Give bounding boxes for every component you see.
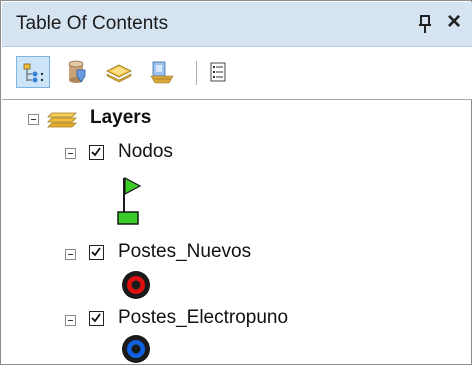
- postes-electropuno-collapse-toggle[interactable]: [65, 315, 76, 326]
- layer-name-postes-nuevos[interactable]: Postes_Nuevos: [118, 241, 251, 263]
- layer-tree: Layers Nodos Postes_Nuevos Postes_Electr…: [2, 100, 472, 365]
- layers-root-label[interactable]: Layers: [90, 107, 151, 129]
- panel-title-bar[interactable]: Table Of Contents ×: [2, 2, 472, 47]
- list-by-visibility-button[interactable]: [102, 56, 136, 88]
- layer-name-nodos[interactable]: Nodos: [118, 141, 173, 163]
- red-circle-icon[interactable]: [119, 268, 153, 307]
- postes-nuevos-collapse-toggle[interactable]: [65, 249, 76, 260]
- nodos-visibility-checkbox[interactable]: [89, 145, 104, 160]
- layers-collapse-toggle[interactable]: [28, 114, 39, 125]
- nodos-collapse-toggle[interactable]: [65, 148, 76, 159]
- postes-nuevos-visibility-checkbox[interactable]: [89, 245, 104, 260]
- blue-circle-icon[interactable]: [119, 332, 153, 371]
- pin-icon[interactable]: [416, 14, 434, 34]
- green-flag-icon[interactable]: [114, 174, 148, 231]
- toc-toolbar: [2, 47, 472, 100]
- toolbar-separator: [196, 61, 197, 85]
- options-button[interactable]: [202, 56, 236, 88]
- postes-electropuno-visibility-checkbox[interactable]: [89, 311, 104, 326]
- table-of-contents-panel: Table Of Contents × Layers Nodos Postes_…: [0, 0, 472, 365]
- list-by-selection-button[interactable]: [145, 56, 179, 88]
- panel-title: Table Of Contents: [16, 13, 169, 34]
- layers-icon: [46, 107, 80, 136]
- list-by-drawing-order-button[interactable]: [16, 56, 50, 88]
- list-by-source-button[interactable]: [60, 56, 94, 88]
- layer-name-postes-electropuno[interactable]: Postes_Electropuno: [118, 307, 288, 329]
- close-icon[interactable]: ×: [447, 9, 461, 35]
